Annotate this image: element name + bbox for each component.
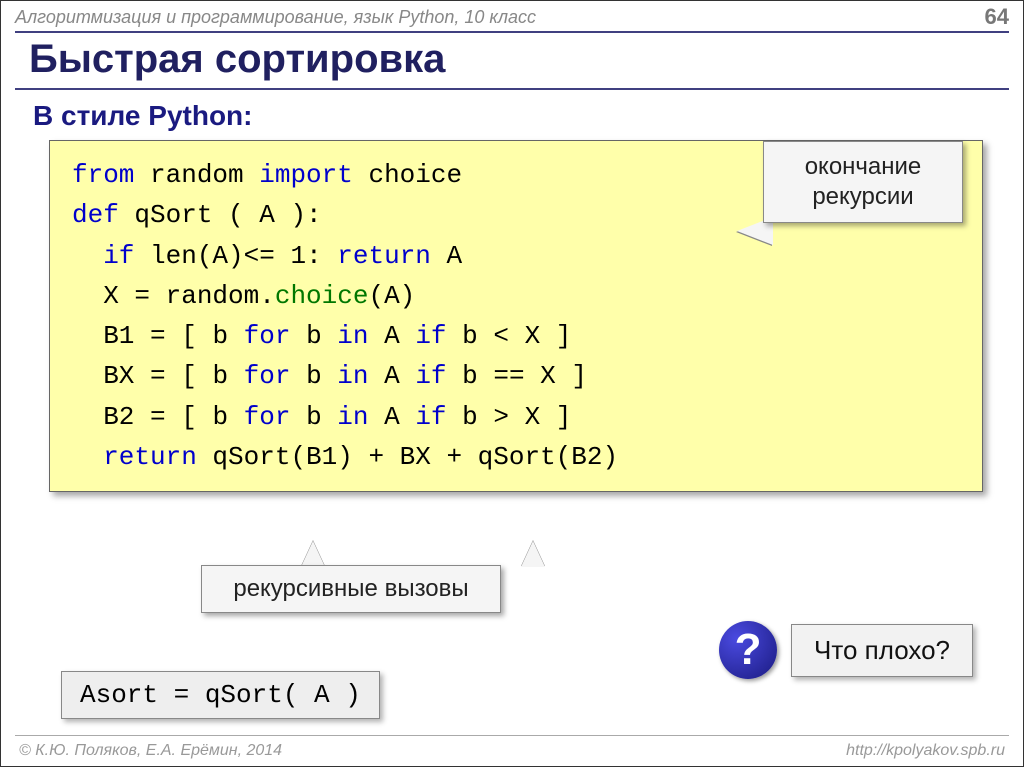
code-line: BX = [ b for b in A if b == X ] <box>72 356 964 396</box>
callout-pointer-icon <box>521 541 545 567</box>
divider <box>15 88 1009 90</box>
question-box: ? Что плохо? <box>719 621 973 679</box>
code-line: B2 = [ b for b in A if b > X ] <box>72 397 964 437</box>
code-line: if len(A)<= 1: return A <box>72 236 964 276</box>
page-number: 64 <box>985 4 1009 30</box>
divider <box>15 735 1009 736</box>
question-text: Что плохо? <box>791 624 973 677</box>
footer: © К.Ю. Поляков, Е.А. Ерёмин, 2014 http:/… <box>1 742 1023 760</box>
copyright: © К.Ю. Поляков, Е.А. Ерёмин, 2014 <box>19 742 282 760</box>
code-line: return qSort(B1) + BX + qSort(B2) <box>72 437 964 477</box>
callout-end-recursion: окончание рекурсии <box>763 141 963 223</box>
callout-recursive-calls: рекурсивные вызовы <box>201 565 501 613</box>
slide: Алгоритмизация и программирование, язык … <box>0 0 1024 767</box>
code-call-line: Asort = qSort( A ) <box>61 671 380 719</box>
divider <box>15 31 1009 33</box>
callout-pointer-icon <box>301 541 325 567</box>
code-line: X = random.choice(A) <box>72 276 964 316</box>
header-bar: Алгоритмизация и программирование, язык … <box>1 1 1023 29</box>
question-mark-icon: ? <box>719 621 777 679</box>
code-line: B1 = [ b for b in A if b < X ] <box>72 316 964 356</box>
subtitle: В стиле Python: <box>33 100 1023 132</box>
course-label: Алгоритмизация и программирование, язык … <box>15 7 536 28</box>
footer-url: http://kpolyakov.spb.ru <box>846 742 1005 760</box>
page-title: Быстрая сортировка <box>29 37 995 82</box>
